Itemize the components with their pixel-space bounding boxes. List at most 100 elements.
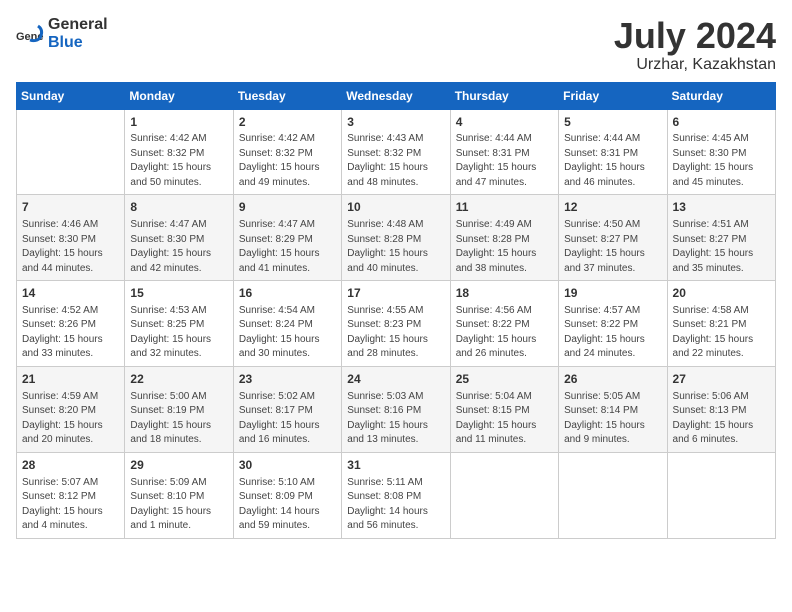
day-number: 6 [673,114,770,131]
calendar-cell: 15 Sunrise: 4:53 AM Sunset: 8:25 PM Dayli… [125,281,233,367]
column-header-sunday: Sunday [17,82,125,109]
calendar-cell: 13 Sunrise: 4:51 AM Sunset: 8:27 PM Dayli… [667,195,775,281]
day-number: 28 [22,457,119,474]
day-number: 17 [347,285,444,302]
day-number: 31 [347,457,444,474]
column-header-thursday: Thursday [450,82,558,109]
day-number: 25 [456,371,553,388]
day-number: 18 [456,285,553,302]
cell-content: Sunrise: 4:52 AM Sunset: 8:26 PM Dayligh… [22,304,119,362]
day-number: 29 [130,457,227,474]
calendar-cell [450,452,558,538]
cell-content: Sunrise: 4:57 AM Sunset: 8:22 PM Dayligh… [564,304,661,362]
day-number: 26 [564,371,661,388]
calendar-cell: 17 Sunrise: 4:55 AM Sunset: 8:23 PM Dayli… [342,281,450,367]
cell-content: Sunrise: 5:06 AM Sunset: 8:13 PM Dayligh… [673,390,770,448]
calendar-cell: 1Sunrise: 4:42 AM Sunset: 8:32 PM Daylig… [125,109,233,195]
month-title: July 2024 [614,16,776,56]
calendar-cell: 8 Sunrise: 4:47 AM Sunset: 8:30 PM Daylig… [125,195,233,281]
cell-content: Sunrise: 4:45 AM Sunset: 8:30 PM Dayligh… [673,132,770,190]
calendar-cell: 31 Sunrise: 5:11 AM Sunset: 8:08 PM Dayli… [342,452,450,538]
day-number: 16 [239,285,336,302]
column-header-wednesday: Wednesday [342,82,450,109]
cell-content: Sunrise: 4:46 AM Sunset: 8:30 PM Dayligh… [22,218,119,276]
cell-content: Sunrise: 5:00 AM Sunset: 8:19 PM Dayligh… [130,390,227,448]
cell-content: Sunrise: 4:47 AM Sunset: 8:29 PM Dayligh… [239,218,336,276]
day-number: 20 [673,285,770,302]
cell-content: Sunrise: 4:47 AM Sunset: 8:30 PM Dayligh… [130,218,227,276]
calendar-cell: 28 Sunrise: 5:07 AM Sunset: 8:12 PM Dayli… [17,452,125,538]
calendar-cell: 26 Sunrise: 5:05 AM Sunset: 8:14 PM Dayli… [559,366,667,452]
day-number: 15 [130,285,227,302]
calendar-cell: 24 Sunrise: 5:03 AM Sunset: 8:16 PM Dayli… [342,366,450,452]
calendar-cell [667,452,775,538]
location-title: Urzhar, Kazakhstan [614,56,776,74]
day-number: 27 [673,371,770,388]
calendar-cell: 3Sunrise: 4:43 AM Sunset: 8:32 PM Daylig… [342,109,450,195]
day-number: 14 [22,285,119,302]
logo: General General Blue [16,16,108,52]
calendar-cell: 4Sunrise: 4:44 AM Sunset: 8:31 PM Daylig… [450,109,558,195]
calendar-cell: 14 Sunrise: 4:52 AM Sunset: 8:26 PM Dayli… [17,281,125,367]
calendar-cell: 22 Sunrise: 5:00 AM Sunset: 8:19 PM Dayli… [125,366,233,452]
cell-content: Sunrise: 4:42 AM Sunset: 8:32 PM Dayligh… [130,132,227,190]
cell-content: Sunrise: 4:51 AM Sunset: 8:27 PM Dayligh… [673,218,770,276]
cell-content: Sunrise: 4:54 AM Sunset: 8:24 PM Dayligh… [239,304,336,362]
calendar-cell: 9 Sunrise: 4:47 AM Sunset: 8:29 PM Daylig… [233,195,341,281]
column-header-monday: Monday [125,82,233,109]
calendar-cell: 20 Sunrise: 4:58 AM Sunset: 8:21 PM Dayli… [667,281,775,367]
day-number: 2 [239,114,336,131]
day-number: 13 [673,199,770,216]
cell-content: Sunrise: 4:53 AM Sunset: 8:25 PM Dayligh… [130,304,227,362]
calendar-table: SundayMondayTuesdayWednesdayThursdayFrid… [16,82,776,539]
calendar-cell: 2Sunrise: 4:42 AM Sunset: 8:32 PM Daylig… [233,109,341,195]
cell-content: Sunrise: 4:48 AM Sunset: 8:28 PM Dayligh… [347,218,444,276]
page-header: General General Blue July 2024 Urzhar, K… [16,16,776,74]
cell-content: Sunrise: 4:43 AM Sunset: 8:32 PM Dayligh… [347,132,444,190]
day-number: 7 [22,199,119,216]
cell-content: Sunrise: 4:56 AM Sunset: 8:22 PM Dayligh… [456,304,553,362]
cell-content: Sunrise: 4:58 AM Sunset: 8:21 PM Dayligh… [673,304,770,362]
column-header-saturday: Saturday [667,82,775,109]
cell-content: Sunrise: 5:10 AM Sunset: 8:09 PM Dayligh… [239,476,336,534]
calendar-cell [17,109,125,195]
cell-content: Sunrise: 5:11 AM Sunset: 8:08 PM Dayligh… [347,476,444,534]
calendar-cell: 7 Sunrise: 4:46 AM Sunset: 8:30 PM Daylig… [17,195,125,281]
day-number: 30 [239,457,336,474]
cell-content: Sunrise: 5:03 AM Sunset: 8:16 PM Dayligh… [347,390,444,448]
day-number: 4 [456,114,553,131]
day-number: 5 [564,114,661,131]
day-number: 22 [130,371,227,388]
calendar-cell: 25 Sunrise: 5:04 AM Sunset: 8:15 PM Dayli… [450,366,558,452]
calendar-cell: 30 Sunrise: 5:10 AM Sunset: 8:09 PM Dayli… [233,452,341,538]
calendar-cell: 11Sunrise: 4:49 AM Sunset: 8:28 PM Dayli… [450,195,558,281]
cell-content: Sunrise: 5:07 AM Sunset: 8:12 PM Dayligh… [22,476,119,534]
cell-content: Sunrise: 4:42 AM Sunset: 8:32 PM Dayligh… [239,132,336,190]
cell-content: Sunrise: 4:44 AM Sunset: 8:31 PM Dayligh… [456,132,553,190]
calendar-cell: 12Sunrise: 4:50 AM Sunset: 8:27 PM Dayli… [559,195,667,281]
logo-text: General Blue [48,16,108,52]
title-block: July 2024 Urzhar, Kazakhstan [614,16,776,74]
calendar-cell: 19Sunrise: 4:57 AM Sunset: 8:22 PM Dayli… [559,281,667,367]
cell-content: Sunrise: 4:44 AM Sunset: 8:31 PM Dayligh… [564,132,661,190]
cell-content: Sunrise: 4:49 AM Sunset: 8:28 PM Dayligh… [456,218,553,276]
calendar-cell: 29Sunrise: 5:09 AM Sunset: 8:10 PM Dayli… [125,452,233,538]
cell-content: Sunrise: 5:05 AM Sunset: 8:14 PM Dayligh… [564,390,661,448]
calendar-cell: 16 Sunrise: 4:54 AM Sunset: 8:24 PM Dayli… [233,281,341,367]
day-number: 24 [347,371,444,388]
column-header-tuesday: Tuesday [233,82,341,109]
logo-icon: General [16,20,44,48]
calendar-cell [559,452,667,538]
day-number: 9 [239,199,336,216]
calendar-cell: 23Sunrise: 5:02 AM Sunset: 8:17 PM Dayli… [233,366,341,452]
calendar-cell: 10 Sunrise: 4:48 AM Sunset: 8:28 PM Dayli… [342,195,450,281]
day-number: 1 [130,114,227,131]
cell-content: Sunrise: 4:50 AM Sunset: 8:27 PM Dayligh… [564,218,661,276]
cell-content: Sunrise: 4:55 AM Sunset: 8:23 PM Dayligh… [347,304,444,362]
cell-content: Sunrise: 5:04 AM Sunset: 8:15 PM Dayligh… [456,390,553,448]
day-number: 3 [347,114,444,131]
day-number: 10 [347,199,444,216]
calendar-cell: 5Sunrise: 4:44 AM Sunset: 8:31 PM Daylig… [559,109,667,195]
column-header-friday: Friday [559,82,667,109]
day-number: 8 [130,199,227,216]
